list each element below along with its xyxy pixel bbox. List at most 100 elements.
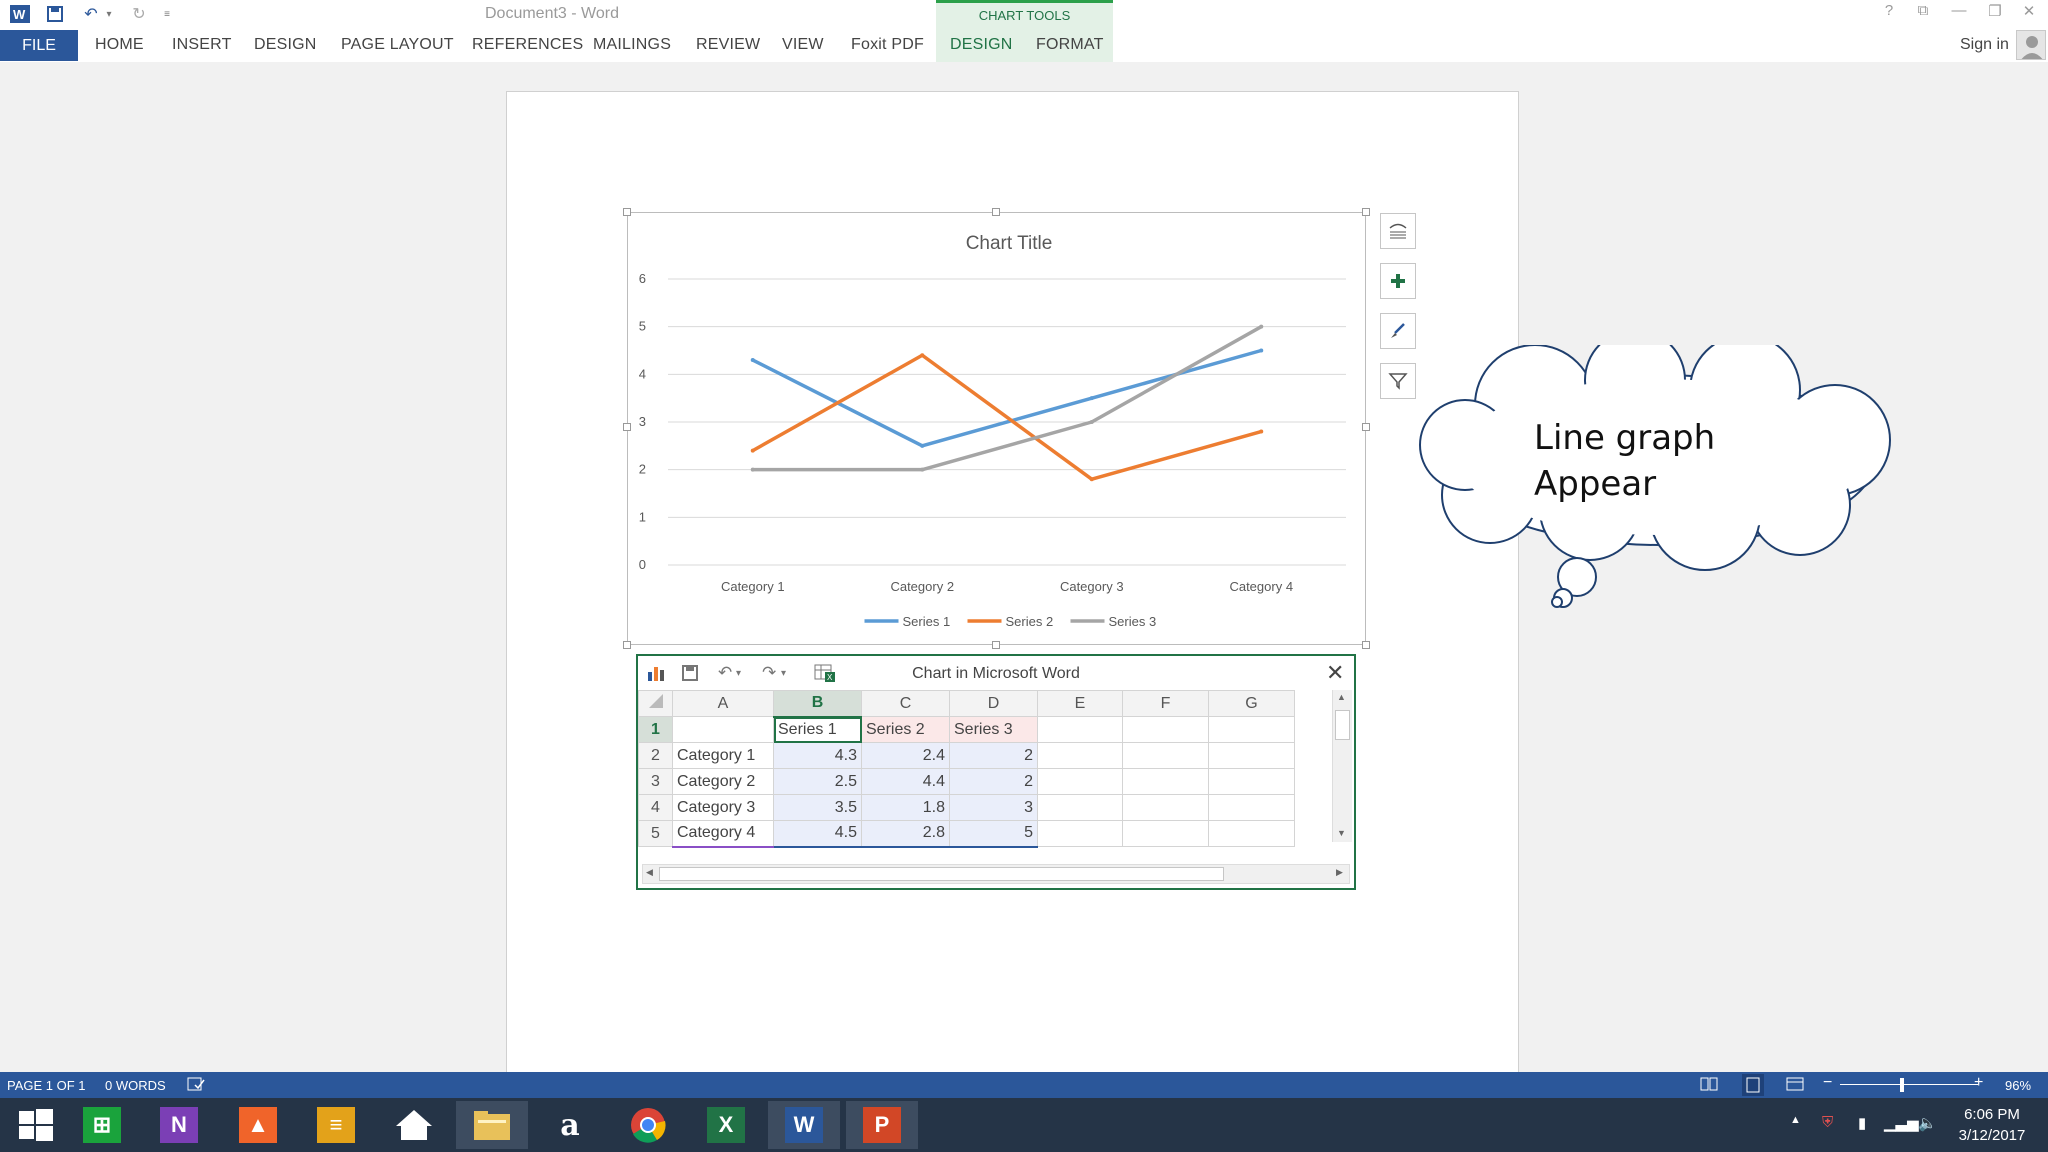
data-grid[interactable]: A B C D E F G 1 Series 1 Series 2 Series…: [638, 690, 1295, 848]
resize-handle[interactable]: [1362, 641, 1370, 649]
cell[interactable]: 2: [949, 742, 1038, 769]
word-count[interactable]: 0 WORDS: [105, 1078, 166, 1093]
cell[interactable]: Series 1: [773, 716, 862, 743]
column-header[interactable]: A: [672, 690, 774, 717]
select-all-corner[interactable]: [638, 690, 673, 717]
cell[interactable]: [672, 716, 774, 743]
powerpoint-icon[interactable]: P: [846, 1101, 918, 1149]
cell[interactable]: Category 2: [672, 768, 774, 795]
zoom-level[interactable]: 96%: [2005, 1078, 2031, 1093]
tab-chart-format[interactable]: FORMAT: [1036, 36, 1104, 54]
cell[interactable]: 2.4: [861, 742, 950, 769]
cell[interactable]: [1037, 716, 1123, 743]
tab-view[interactable]: VIEW: [782, 36, 824, 54]
scroll-thumb[interactable]: [1335, 710, 1350, 740]
cell[interactable]: [1208, 820, 1295, 847]
cell[interactable]: [1122, 820, 1209, 847]
read-mode-icon[interactable]: [1700, 1076, 1718, 1095]
row-header[interactable]: 3: [638, 768, 673, 795]
scroll-down-icon[interactable]: ▼: [1337, 828, 1346, 838]
cell[interactable]: Series 3: [949, 716, 1038, 743]
file-explorer-icon[interactable]: [456, 1101, 528, 1149]
tab-references[interactable]: REFERENCES: [472, 36, 583, 54]
tab-design[interactable]: DESIGN: [254, 36, 317, 54]
chrome-icon[interactable]: [612, 1101, 684, 1149]
cell[interactable]: 2.8: [861, 820, 950, 848]
tab-page-layout[interactable]: PAGE LAYOUT: [341, 36, 454, 54]
word-icon[interactable]: W: [768, 1101, 840, 1149]
show-hidden-icons-icon[interactable]: ▲: [1790, 1114, 1801, 1126]
antivirus-icon[interactable]: ⛨: [1822, 1114, 1833, 1131]
help-icon[interactable]: ?: [1876, 2, 1902, 19]
cell[interactable]: 3: [949, 794, 1038, 821]
vertical-scrollbar[interactable]: ▲ ▼: [1332, 690, 1352, 842]
cell[interactable]: Category 3: [672, 794, 774, 821]
cell[interactable]: [1037, 742, 1123, 769]
chart-styles-brush-icon[interactable]: [1380, 313, 1416, 349]
print-layout-icon[interactable]: [1742, 1074, 1764, 1096]
cell[interactable]: [1037, 820, 1123, 847]
row-header[interactable]: 1: [638, 716, 673, 743]
minimize-icon[interactable]: —: [1946, 2, 1972, 19]
cell[interactable]: 4.3: [773, 742, 862, 769]
column-header[interactable]: D: [949, 690, 1038, 717]
web-layout-icon[interactable]: [1786, 1076, 1804, 1095]
excel-icon[interactable]: X: [690, 1101, 762, 1149]
cell[interactable]: Category 1: [672, 742, 774, 769]
cell[interactable]: 2: [949, 768, 1038, 795]
row-header[interactable]: 5: [638, 820, 673, 847]
tab-insert[interactable]: INSERT: [172, 36, 232, 54]
tab-mailings[interactable]: MAILINGS: [593, 36, 671, 54]
cell[interactable]: 4.4: [861, 768, 950, 795]
zoom-in-icon[interactable]: +: [1974, 1074, 1983, 1092]
layout-options-icon[interactable]: [1380, 213, 1416, 249]
cell[interactable]: [1122, 742, 1209, 769]
scroll-up-icon[interactable]: ▲: [1337, 692, 1346, 702]
resize-handle[interactable]: [992, 208, 1000, 216]
resize-handle[interactable]: [1362, 423, 1370, 431]
cell[interactable]: 1.8: [861, 794, 950, 821]
amazon-icon[interactable]: a: [534, 1101, 606, 1149]
tab-file[interactable]: FILE: [0, 30, 78, 61]
column-header[interactable]: F: [1122, 690, 1209, 717]
proofing-icon[interactable]: [187, 1076, 205, 1095]
customize-icon[interactable]: ≡: [156, 3, 178, 25]
cell[interactable]: [1208, 742, 1295, 769]
network-icon[interactable]: ▁▃▅: [1884, 1114, 1919, 1132]
resize-handle[interactable]: [1362, 208, 1370, 216]
cell[interactable]: Series 2: [861, 716, 950, 743]
close-icon[interactable]: ✕: [1326, 660, 1344, 686]
word-icon[interactable]: W: [9, 3, 31, 25]
battery-icon[interactable]: ▮: [1858, 1114, 1866, 1132]
notes-icon[interactable]: ≡: [300, 1101, 372, 1149]
cell[interactable]: 3.5: [773, 794, 862, 821]
scroll-right-icon[interactable]: ▶: [1336, 867, 1343, 878]
cell[interactable]: [1037, 794, 1123, 821]
resize-handle[interactable]: [992, 641, 1000, 649]
ribbon-display-icon[interactable]: ⧉: [1910, 2, 1936, 19]
column-header[interactable]: G: [1208, 690, 1295, 717]
redo-icon[interactable]: ↻: [128, 3, 150, 25]
tab-review[interactable]: REVIEW: [696, 36, 760, 54]
close-window-icon[interactable]: ✕: [2016, 2, 2042, 20]
resize-handle[interactable]: [623, 423, 631, 431]
page-count[interactable]: PAGE 1 OF 1: [7, 1078, 86, 1093]
home-icon[interactable]: [378, 1101, 450, 1149]
row-header[interactable]: 2: [638, 742, 673, 769]
resize-handle[interactable]: [623, 641, 631, 649]
onenote-icon[interactable]: N: [143, 1101, 215, 1149]
zoom-out-icon[interactable]: −: [1823, 1074, 1832, 1092]
tab-foxit-pdf[interactable]: Foxit PDF: [851, 36, 924, 54]
cell[interactable]: Category 4: [672, 820, 774, 848]
cell[interactable]: 4.5: [773, 820, 862, 848]
column-header[interactable]: B: [773, 690, 862, 718]
horizontal-scrollbar[interactable]: ◀ ▶: [642, 864, 1350, 884]
sign-in-link[interactable]: Sign in: [1960, 36, 2009, 54]
photos-icon[interactable]: ▲: [222, 1101, 294, 1149]
windows-start-icon[interactable]: [0, 1101, 72, 1149]
column-header[interactable]: C: [861, 690, 950, 717]
cell[interactable]: [1037, 768, 1123, 795]
scroll-left-icon[interactable]: ◀: [646, 867, 653, 878]
save-icon[interactable]: [44, 3, 66, 25]
scroll-thumb[interactable]: [659, 867, 1224, 881]
